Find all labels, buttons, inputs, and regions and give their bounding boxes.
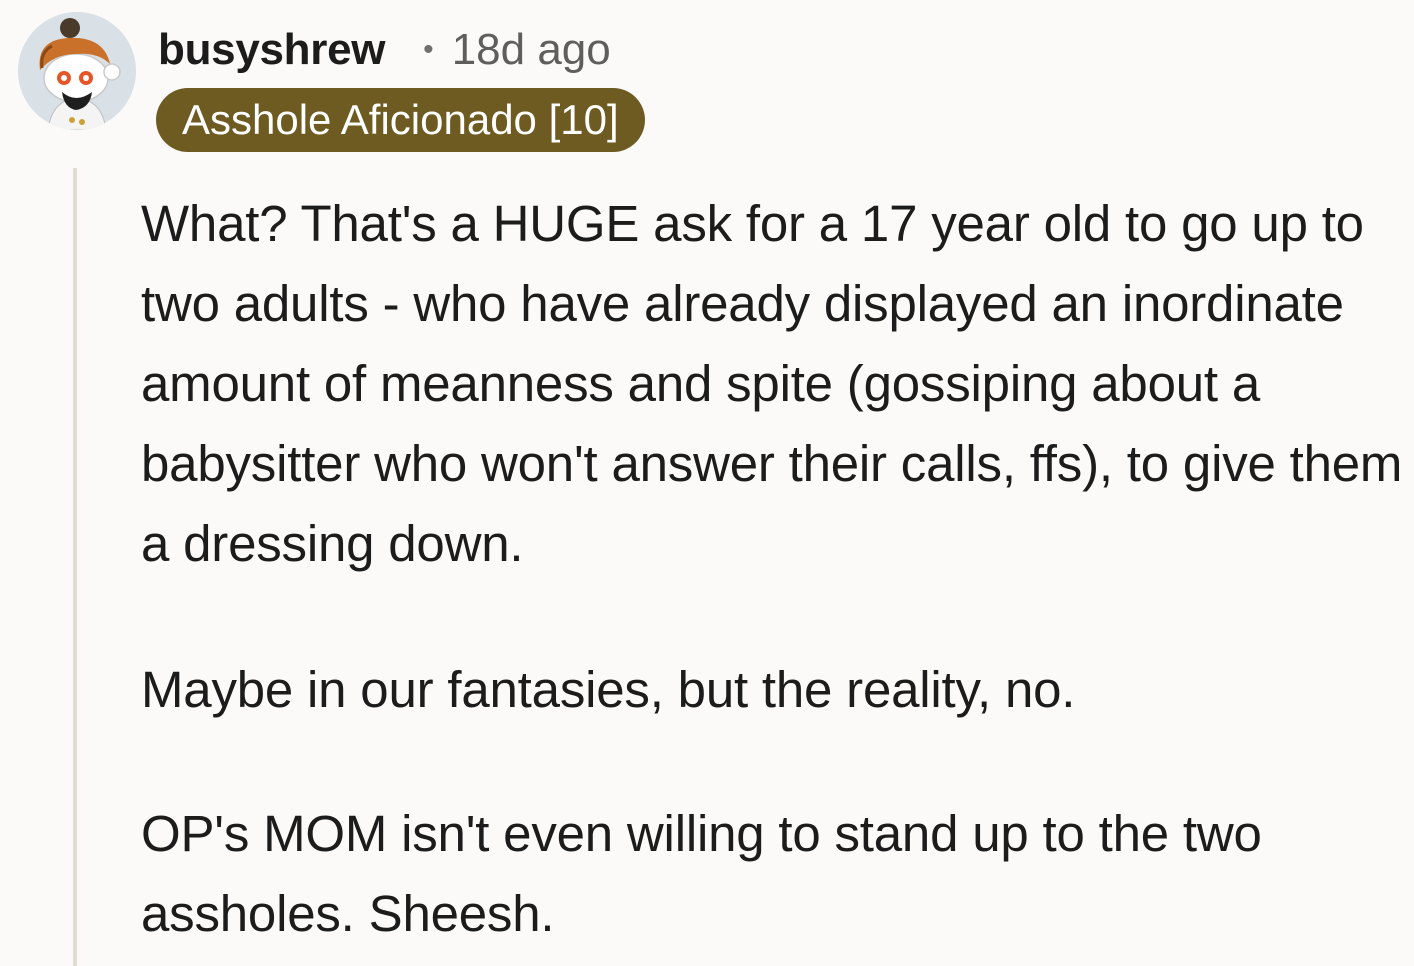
comment-body: What? That's a HUGE ask for a 17 year ol… [141, 184, 1403, 954]
username-link[interactable]: busyshrew [158, 25, 385, 75]
comment-meta: busyshrew • 18d ago [158, 22, 611, 78]
thread-line[interactable] [73, 168, 77, 966]
snoo-avatar-icon [18, 12, 136, 130]
user-flair-badge: Asshole Aficionado [10] [156, 88, 645, 152]
meta-separator: • [423, 33, 434, 66]
timestamp[interactable]: 18d ago [452, 25, 611, 75]
comment-paragraph: OP's MOM isn't even willing to stand up … [141, 805, 1262, 942]
avatar[interactable] [18, 12, 136, 130]
comment-paragraph: Maybe in our fantasies, but the reality,… [141, 661, 1076, 718]
comment-paragraph: What? That's a HUGE ask for a 17 year ol… [141, 195, 1403, 572]
